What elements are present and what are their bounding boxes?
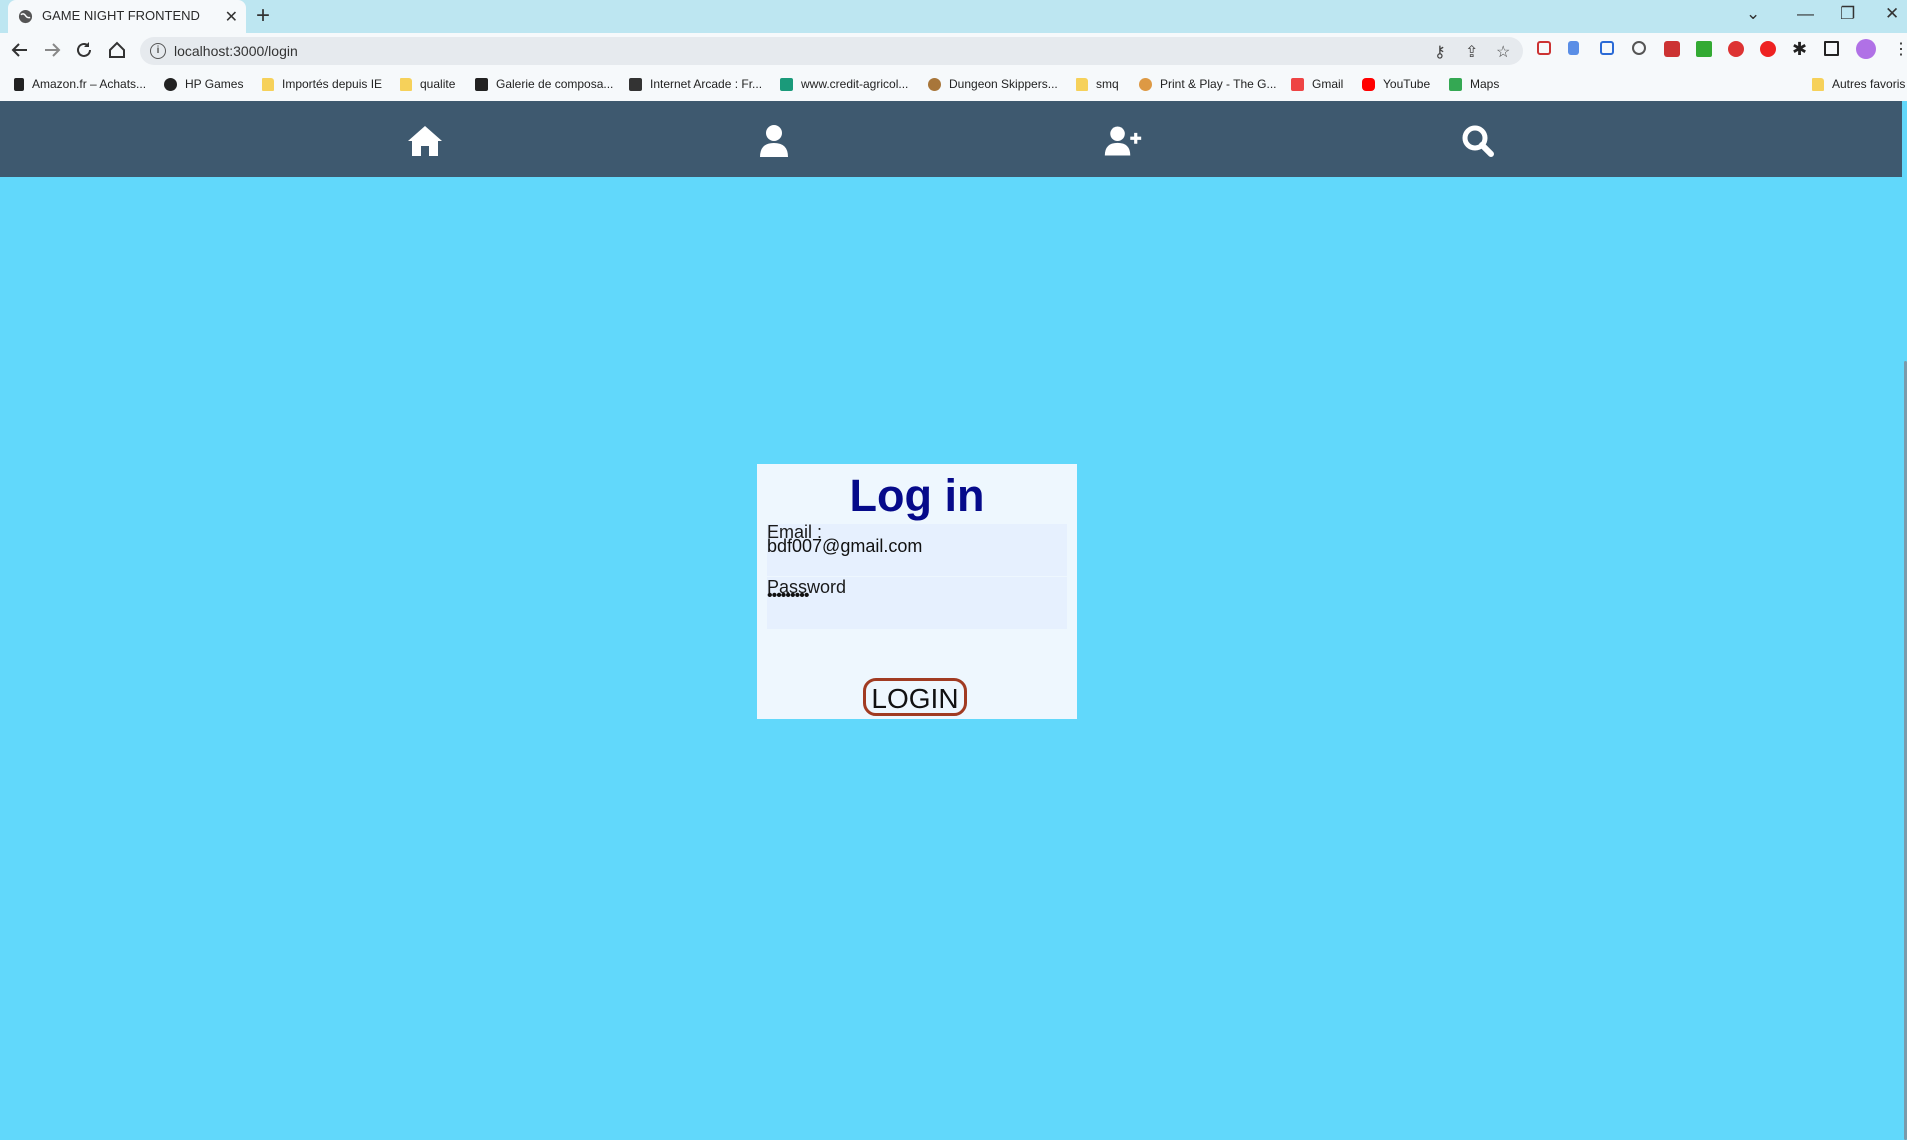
login-button[interactable]: LOGIN [863, 678, 967, 716]
back-button[interactable] [7, 37, 33, 63]
folder-icon [400, 77, 412, 91]
browser-toolbar: i localhost:3000/login ⚷ ⇪ ☆ ✱ ⋮ [0, 33, 1907, 69]
login-title: Log in [849, 470, 985, 521]
bookmark-label: Galerie de composa... [496, 77, 614, 91]
address-bar[interactable]: i localhost:3000/login ⚷ ⇪ ☆ [140, 37, 1523, 65]
folder-icon [1812, 77, 1824, 91]
key-icon[interactable]: ⚷ [1434, 42, 1446, 62]
bookmarks-bar: Amazon.fr – Achats... HP Games Importés … [0, 69, 1907, 101]
archive-icon [629, 77, 642, 91]
password-input[interactable]: ••••••••• [767, 587, 809, 605]
dungeon-icon [928, 77, 941, 91]
minimize-button[interactable]: — [1797, 4, 1814, 24]
bookmark-label: Internet Arcade : Fr... [650, 77, 763, 91]
share-icon[interactable]: ⇪ [1465, 42, 1478, 62]
bookmark-gmail[interactable]: Gmail [1291, 77, 1343, 91]
email-field[interactable]: Email : bdf007@gmail.com [767, 522, 1067, 576]
bookmark-label: Dungeon Skippers... [949, 77, 1058, 91]
extension-5-icon[interactable] [1664, 41, 1680, 57]
browser-tab-strip: GAME NIGHT FRONTEND ✕ + ⌄ — ❐ ✕ [0, 0, 1907, 33]
globe-icon [164, 77, 177, 91]
home-icon[interactable] [405, 123, 445, 159]
bookmark-label: Maps [1470, 77, 1500, 91]
profile-avatar[interactable] [1856, 39, 1876, 59]
bookmark-youtube[interactable]: YouTube [1362, 77, 1430, 91]
restore-button[interactable]: ❐ [1840, 4, 1855, 24]
folder-icon [1076, 77, 1088, 91]
bookmark-credit-agricole[interactable]: www.credit-agricol... [780, 77, 908, 91]
extension-2-icon[interactable] [1568, 41, 1579, 55]
tab-search-button[interactable]: ⌄ [1746, 4, 1760, 24]
side-panel-icon[interactable] [1824, 41, 1839, 56]
site-info-icon[interactable]: i [150, 43, 166, 59]
print-play-icon [1139, 77, 1152, 91]
folder-icon [262, 77, 274, 91]
bookmark-dungeon-skippers[interactable]: Dungeon Skippers... [928, 77, 1058, 91]
email-input[interactable]: bdf007@gmail.com [767, 536, 922, 557]
bookmark-print-play[interactable]: Print & Play - The G... [1139, 77, 1276, 91]
tab-title: GAME NIGHT FRONTEND [42, 8, 200, 23]
url-text: localhost:3000/login [174, 43, 298, 59]
app-navbar [0, 101, 1902, 177]
menu-kebab-icon[interactable]: ⋮ [1893, 39, 1907, 58]
galerie-icon [475, 77, 488, 91]
extensions-puzzle-icon[interactable]: ✱ [1792, 39, 1808, 59]
globe-icon [18, 9, 33, 24]
extension-8-icon[interactable] [1760, 41, 1776, 57]
back-arrow-icon [11, 43, 27, 57]
bookmark-smq[interactable]: smq [1076, 77, 1119, 91]
bookmark-label: qualite [420, 77, 456, 91]
bookmark-label: Importés depuis IE [282, 77, 383, 91]
scrollbar-track[interactable] [1902, 101, 1907, 1140]
bookmark-hp-games[interactable]: HP Games [164, 77, 243, 91]
bookmark-label: www.credit-agricol... [801, 77, 909, 91]
gmail-icon [1291, 77, 1304, 91]
bookmark-internet-arcade[interactable]: Internet Arcade : Fr... [629, 77, 762, 91]
bookmark-qualite[interactable]: qualite [400, 77, 455, 91]
bookmark-galerie[interactable]: Galerie de composa... [475, 77, 613, 91]
bookmark-maps[interactable]: Maps [1449, 77, 1499, 91]
home-outline-icon [109, 41, 125, 58]
new-tab-button[interactable]: + [256, 3, 270, 29]
bookmark-other-favorites[interactable]: Autres favoris [1812, 77, 1905, 91]
bookmark-star-icon[interactable]: ☆ [1496, 42, 1510, 62]
extension-6-icon[interactable] [1696, 41, 1712, 57]
extension-1-icon[interactable] [1537, 41, 1551, 55]
close-window-button[interactable]: ✕ [1885, 4, 1899, 24]
tab-close-button[interactable]: ✕ [225, 7, 238, 27]
user-icon[interactable] [754, 123, 794, 159]
forward-button[interactable] [39, 37, 65, 63]
home-button[interactable] [104, 37, 130, 63]
adblock-icon[interactable] [1728, 41, 1744, 57]
bookmark-label: smq [1096, 77, 1119, 91]
bookmark-label: Autres favoris [1832, 77, 1906, 91]
credit-agricole-icon [780, 77, 793, 91]
bookmark-label: Amazon.fr – Achats... [32, 77, 147, 91]
reload-icon [77, 42, 91, 57]
bookmark-importes[interactable]: Importés depuis IE [262, 77, 382, 91]
bookmark-label: Gmail [1312, 77, 1344, 91]
extension-3-icon[interactable] [1600, 41, 1614, 55]
amazon-icon [14, 77, 24, 91]
browser-tab[interactable]: GAME NIGHT FRONTEND ✕ [8, 0, 246, 33]
password-field[interactable]: Password ••••••••• [767, 577, 1067, 629]
login-card: Log in Email : bdf007@gmail.com Password… [757, 464, 1077, 719]
youtube-icon [1362, 77, 1375, 91]
forward-arrow-icon [45, 43, 61, 57]
reload-button[interactable] [71, 37, 97, 63]
maps-icon [1449, 77, 1462, 91]
user-plus-icon[interactable] [1103, 123, 1143, 159]
search-icon[interactable] [1458, 123, 1498, 159]
bookmark-amazon[interactable]: Amazon.fr – Achats... [14, 77, 146, 91]
bookmark-label: YouTube [1383, 77, 1431, 91]
extension-4-icon[interactable] [1632, 41, 1646, 55]
bookmark-label: Print & Play - The G... [1160, 77, 1277, 91]
bookmark-label: HP Games [185, 77, 244, 91]
